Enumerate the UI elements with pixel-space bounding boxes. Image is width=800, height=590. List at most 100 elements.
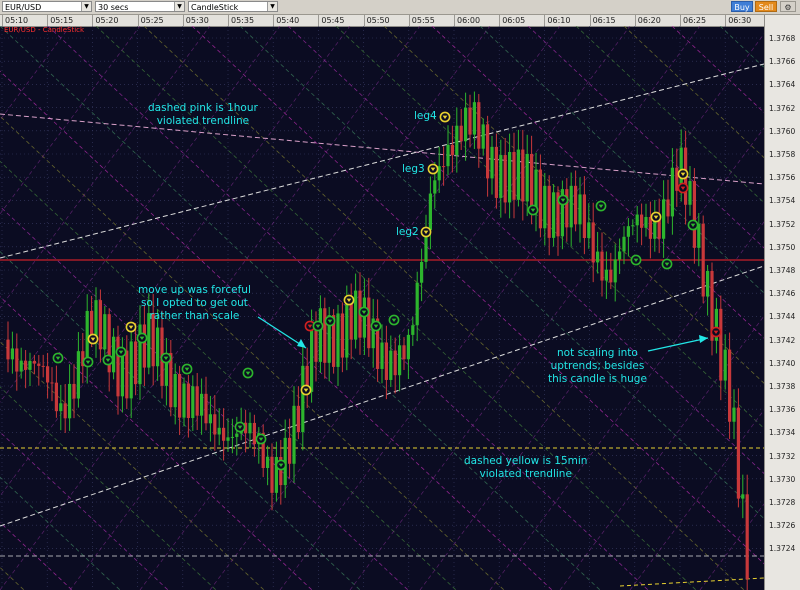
candle-body: [362, 297, 366, 338]
candle-body: [98, 300, 102, 350]
candle-body: [200, 393, 204, 416]
candle-body: [446, 144, 450, 167]
time-tick-label: 05:30: [182, 15, 209, 26]
price-tick-label: 1.3740: [769, 358, 796, 368]
candle-body: [314, 326, 318, 362]
chevron-down-icon[interactable]: ▼: [81, 2, 91, 11]
candle-body: [402, 345, 406, 360]
annotation-move-up: move up was forceful so I opted to get o…: [138, 284, 251, 323]
candle-body: [420, 261, 424, 283]
channel-line: [719, 26, 764, 68]
chevron-down-icon[interactable]: ▼: [174, 2, 184, 11]
candle-body: [521, 149, 525, 202]
candle-body: [46, 366, 50, 383]
candle-body: [508, 151, 512, 203]
candle-body: [472, 102, 476, 135]
candle-body: [569, 185, 573, 228]
candle-body: [494, 146, 498, 198]
candle-body: [323, 308, 327, 363]
candle-body: [613, 259, 617, 283]
candle-body: [94, 300, 98, 339]
gear-icon[interactable]: ⚙: [780, 1, 796, 12]
instrument-select[interactable]: EUR/USD ▼: [2, 1, 92, 12]
price-tick-label: 1.3748: [769, 266, 796, 275]
candle-body: [345, 298, 349, 358]
candle-body: [587, 222, 591, 239]
chart-type-select[interactable]: CandleStick ▼: [188, 1, 278, 12]
candle-body: [195, 386, 199, 416]
price-tick-label: 1.3750: [769, 242, 796, 252]
candle-body: [142, 324, 146, 368]
candle-body: [24, 360, 28, 370]
annotation-line: dashed pink is 1hour: [148, 102, 258, 114]
time-tick-label: 05:20: [92, 15, 118, 26]
candle-body: [574, 185, 578, 225]
channel-line: [0, 26, 601, 590]
candle-body: [222, 427, 226, 441]
candle-body: [182, 383, 186, 418]
candle-body: [490, 146, 494, 179]
time-tick-label: 06:20: [634, 15, 661, 26]
candle-body: [266, 456, 270, 468]
candlestick-chart[interactable]: [0, 26, 764, 590]
candle-body: [230, 436, 234, 438]
candle-body: [626, 226, 630, 237]
candle-body: [468, 107, 472, 135]
time-tick-label: 05:15: [47, 15, 73, 26]
candle-body: [631, 225, 635, 227]
candle-body: [512, 151, 516, 200]
candle-body: [37, 363, 41, 366]
candle-body: [459, 125, 463, 142]
candle-body: [486, 124, 490, 179]
trading-chart-window: EUR/USD ▼ 30 secs ▼ CandleStick ▼ Buy Se…: [0, 0, 800, 590]
annotation-line: violated trendline: [156, 115, 250, 127]
time-tick-label: 06:05: [499, 15, 525, 26]
candle-body: [6, 339, 10, 360]
candle-body: [10, 348, 14, 360]
candle-body: [591, 222, 595, 263]
candle-body: [481, 124, 485, 149]
candle-body: [292, 405, 296, 464]
channel-line: [479, 26, 764, 294]
time-tick-label: 05:25: [137, 15, 164, 26]
candle-body: [217, 427, 221, 435]
candle-body: [455, 125, 459, 156]
time-tick-label: 05:50: [363, 15, 390, 26]
sell-button[interactable]: Sell: [755, 1, 777, 12]
chevron-down-icon[interactable]: ▼: [267, 2, 277, 11]
time-tick-label: 06:30: [725, 15, 751, 26]
channel-line: [349, 33, 764, 590]
channel-line: [559, 315, 764, 590]
candle-body: [530, 153, 534, 212]
buy-button[interactable]: Buy: [731, 1, 753, 12]
annotation-line: this candle is huge: [548, 373, 647, 385]
candle-body: [252, 422, 256, 445]
trendline-yellow-15min: [619, 577, 764, 587]
candle-body: [59, 403, 63, 412]
candle-body: [178, 374, 182, 418]
candle-body: [582, 194, 586, 239]
price-tick-label: 1.3742: [769, 335, 796, 345]
candle-body: [688, 181, 692, 205]
candle-body: [701, 223, 705, 297]
channel-line: [489, 221, 764, 590]
channel-line: [0, 566, 25, 590]
candle-body: [741, 494, 745, 499]
candle-body: [204, 393, 208, 424]
candle-body: [380, 342, 384, 369]
candle-body: [428, 193, 432, 231]
candle-body: [301, 365, 305, 433]
price-axis[interactable]: 1.3768 1.3766 1.3764 1.3762 1.3760 1.3758 1.37…: [764, 15, 800, 590]
candle-body: [745, 494, 749, 580]
candle-body: [103, 314, 107, 350]
candle-body: [173, 374, 177, 408]
chart-canvas[interactable]: [0, 26, 764, 590]
candle-body: [662, 199, 666, 239]
period-select[interactable]: 30 secs ▼: [95, 1, 185, 12]
annotation-arrow-head: [699, 335, 708, 343]
candle-body: [706, 270, 710, 297]
candle-body: [609, 269, 613, 283]
candle-body: [186, 383, 190, 419]
candle-body: [270, 456, 274, 493]
candle-body: [516, 149, 520, 200]
